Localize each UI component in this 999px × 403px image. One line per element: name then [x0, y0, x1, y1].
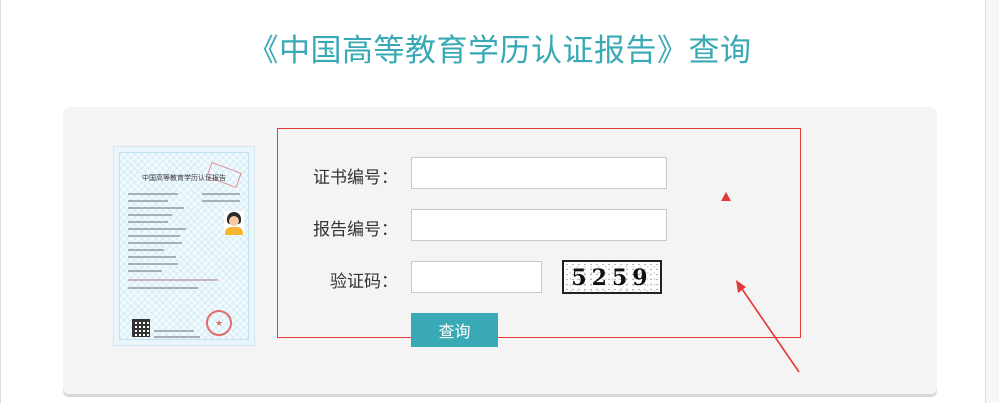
certificate-text-line: [128, 287, 198, 289]
report-number-input[interactable]: [411, 209, 667, 241]
certificate-text-line: [202, 200, 240, 202]
certificate-text-line: [128, 193, 178, 195]
query-button[interactable]: 查询: [411, 313, 498, 347]
certificate-text-line: [154, 336, 200, 338]
qr-code-icon: [132, 319, 150, 337]
certificate-text-line: [128, 214, 172, 216]
official-seal-icon: ★: [206, 310, 232, 336]
certificate-photo: [224, 211, 244, 235]
certificate-text-line: [128, 200, 168, 202]
certificate-text-line: [128, 221, 168, 223]
certificate-text-line: [128, 263, 178, 265]
certificate-sample-image: 中国高等教育学历认证报告 ★: [113, 146, 255, 346]
certificate-text-line: [128, 207, 184, 209]
certificate-text-line: [128, 270, 162, 272]
captcha-image[interactable]: 5259: [562, 260, 662, 294]
certificate-text-line: [128, 256, 176, 258]
certificate-text-line: [128, 235, 180, 237]
certificate-text-line: [128, 242, 182, 244]
certificate-document: 中国高等教育学历认证报告 ★: [119, 152, 249, 340]
page-title: 《中国高等教育学历认证报告》查询: [247, 33, 752, 69]
captcha-text: 5259: [571, 265, 653, 291]
certificate-text-line: [154, 330, 194, 332]
certificate-text-line: [128, 228, 186, 230]
certificate-text-line: [128, 279, 218, 281]
verification-code-label: 验证码：: [330, 272, 398, 292]
certificate-title: 中国高等教育学历认证报告: [142, 174, 226, 182]
certificate-number-input[interactable]: [411, 157, 667, 189]
certificate-number-label: 证书编号：: [313, 168, 398, 188]
certificate-text-line: [128, 249, 164, 251]
photo-face: [229, 216, 239, 226]
report-number-label: 报告编号：: [313, 220, 398, 240]
certificate-text-line: [202, 193, 240, 195]
photo-body: [225, 227, 243, 235]
verification-code-input[interactable]: [411, 261, 542, 293]
